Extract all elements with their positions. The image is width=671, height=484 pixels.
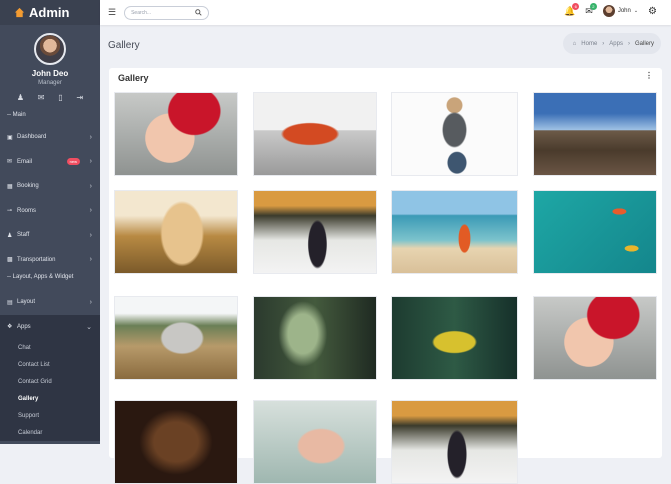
home-icon[interactable]: ⌂ (573, 41, 577, 47)
sidebar-item-label: Transportation (17, 256, 56, 263)
chevron-right-icon: › (89, 133, 92, 141)
sidebar-item-layout[interactable]: ▤ Layout › (0, 290, 100, 315)
sidebar: Admin John Deo Manager ♟ ✉ ▯ ⇥ -- Main ▣… (0, 0, 100, 444)
notification-count: 6 (572, 2, 580, 10)
submenu-item-chat[interactable]: Chat (0, 339, 100, 356)
mail-icon[interactable]: ✉ (38, 93, 45, 102)
gallery-photo[interactable] (114, 400, 238, 484)
sidebar-item-label: Booking (17, 183, 39, 190)
mail-icon[interactable]: ✉ 2 (585, 2, 597, 17)
topbar-actions: 🔔 6 ✉ 2 John ⌄ ⚙ (564, 2, 657, 17)
gallery-card: Gallery ⋮ (109, 68, 662, 484)
search-input[interactable]: Search... (124, 5, 210, 20)
chevron-right-icon: › (89, 231, 92, 239)
chat-icon[interactable]: ▯ (58, 93, 62, 102)
monitor-icon: ▤ (7, 299, 13, 306)
gallery-photo[interactable] (253, 296, 377, 380)
menu-header-main: -- Main (7, 112, 26, 118)
chevron-right-icon: › (89, 256, 92, 264)
user-name: John (617, 8, 631, 14)
chevron-down-icon: ⌄ (633, 8, 639, 14)
breadcrumb: ⌂ Home › Apps › Gallery (562, 33, 661, 54)
profile-actions: ♟ ✉ ▯ ⇥ (0, 86, 100, 106)
chevron-right-icon: › (89, 298, 92, 306)
user-menu[interactable]: John ⌄ (602, 5, 639, 17)
brand[interactable]: Admin (0, 0, 100, 25)
gallery-photo[interactable] (114, 296, 238, 380)
card-title: Gallery (118, 73, 149, 83)
new-badge: new (66, 158, 80, 166)
menu-header-layout: -- Layout, Apps & Widget (7, 274, 74, 280)
sidebar-item-label: Rooms (17, 207, 37, 214)
gallery-photo[interactable] (391, 92, 518, 176)
notification-bell-icon[interactable]: 🔔 6 (564, 2, 580, 17)
gallery-photo[interactable] (114, 190, 238, 274)
breadcrumb-current: Gallery (634, 40, 654, 47)
sidebar-item-email[interactable]: ✉ Email new › (0, 150, 100, 175)
breadcrumb-separator: › (627, 40, 630, 47)
gallery-photo[interactable] (533, 296, 657, 380)
submenu-item-contact-grid[interactable]: Contact Grid (0, 373, 100, 390)
page-header: Gallery ⌂ Home › Apps › Gallery (100, 25, 671, 67)
avatar[interactable] (34, 33, 66, 65)
gallery-photo[interactable] (253, 400, 377, 484)
apps-icon: ❖ (7, 324, 13, 331)
profile-name: John Deo (31, 69, 69, 78)
chevron-right-icon: › (89, 158, 92, 166)
sidebar-item-dashboard[interactable]: ▣ Dashboard › (0, 125, 100, 150)
gear-icon[interactable]: ⚙ (648, 6, 657, 17)
more-vertical-icon[interactable]: ⋮ (645, 71, 653, 80)
sidebar-item-rooms[interactable]: ⊸ Rooms › (0, 199, 100, 224)
sidebar-item-label: Dashboard (17, 134, 47, 141)
brand-name: Admin (29, 5, 70, 20)
breadcrumb-apps[interactable]: Apps (609, 41, 623, 47)
chevron-down-icon: ⌄ (86, 323, 92, 331)
gallery-photo[interactable] (391, 296, 518, 380)
chevron-right-icon: › (89, 207, 92, 215)
car-icon: ▩ (7, 257, 13, 264)
sidebar-item-transportation[interactable]: ▩ Transportation › (0, 248, 100, 273)
sidebar-item-staff[interactable]: ♟ Staff › (0, 223, 100, 248)
submenu-item-contact-list[interactable]: Contact List (0, 356, 100, 373)
breadcrumb-home[interactable]: Home (581, 41, 597, 47)
submenu-item-calendar[interactable]: Calendar (0, 424, 100, 441)
gallery-photo[interactable] (533, 190, 657, 274)
user-icon[interactable]: ♟ (17, 93, 24, 102)
search-icon[interactable] (195, 9, 202, 16)
breadcrumb-separator: › (602, 40, 605, 47)
gallery-photo[interactable] (253, 190, 377, 274)
submenu-item-gallery[interactable]: Gallery (0, 390, 100, 407)
gallery-photo[interactable] (391, 400, 518, 484)
topbar: ☰ Search... 🔔 6 ✉ 2 John ⌄ ⚙ (100, 0, 671, 25)
sidebar-item-label: Apps (17, 323, 31, 330)
apps-submenu: Chat Contact List Contact Grid Gallery S… (0, 339, 100, 441)
page-title: Gallery (108, 40, 140, 51)
gallery-photo[interactable] (391, 190, 518, 274)
chevron-right-icon: › (89, 182, 92, 190)
sidebar-item-label: Layout (17, 299, 36, 306)
logout-icon[interactable]: ⇥ (76, 93, 83, 102)
sidebar-item-label: Email (17, 158, 33, 165)
menu-toggle-icon[interactable]: ☰ (108, 7, 116, 18)
staff-icon: ♟ (7, 232, 13, 239)
gallery-photo[interactable] (114, 92, 238, 176)
sidebar-item-booking[interactable]: ▦ Booking › (0, 174, 100, 199)
booking-icon: ▦ (7, 183, 13, 190)
gallery-photo[interactable] (533, 92, 657, 176)
dashboard-icon: ▣ (7, 134, 13, 141)
profile: John Deo Manager (0, 25, 100, 86)
sidebar-item-apps[interactable]: ❖ Apps ⌄ (0, 314, 100, 339)
email-icon: ✉ (7, 159, 13, 166)
user-avatar (602, 5, 615, 17)
mail-count: 2 (589, 2, 597, 10)
search-placeholder: Search... (131, 9, 152, 16)
gallery-photo[interactable] (253, 92, 377, 176)
home-logo-icon (14, 7, 25, 18)
key-icon: ⊸ (7, 208, 13, 215)
sidebar-item-label: Staff (17, 232, 30, 239)
submenu-item-support[interactable]: Support (0, 407, 100, 424)
